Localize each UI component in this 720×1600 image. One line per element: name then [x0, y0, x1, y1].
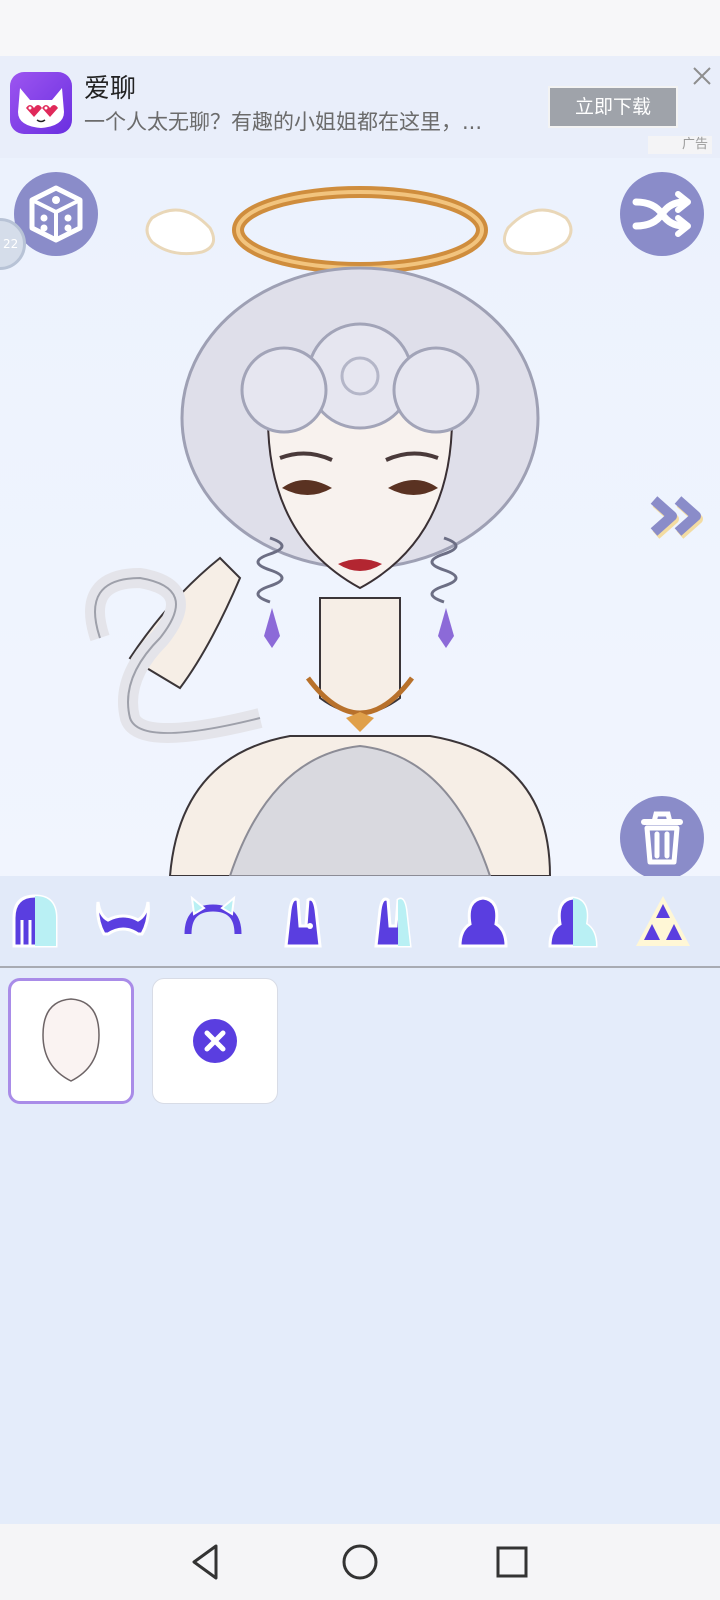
- edge-badge-text: 22: [3, 237, 19, 251]
- category-face-shape[interactable]: [542, 890, 604, 952]
- headband-icon: [184, 895, 242, 935]
- face-thumbnail: [42, 998, 100, 1082]
- home-button[interactable]: [338, 1540, 382, 1584]
- recents-button[interactable]: [490, 1540, 534, 1584]
- hair-back-icon: [12, 894, 58, 948]
- category-head-shape[interactable]: [452, 890, 514, 952]
- ad-download-button[interactable]: 立即下载: [548, 86, 678, 128]
- delete-button[interactable]: [620, 796, 704, 876]
- bunny-ears-alt-icon: [374, 897, 412, 948]
- ad-tag-label: 广告: [681, 137, 708, 152]
- face-shape-icon: [548, 896, 598, 948]
- ad-app-logo[interactable]: [10, 72, 72, 134]
- category-bar: [0, 876, 720, 968]
- next-icon: [650, 496, 703, 539]
- shuffle-button[interactable]: [620, 172, 704, 256]
- trash-icon: [641, 811, 683, 865]
- category-headband-ears[interactable]: [182, 890, 244, 952]
- category-bunny-ears-alt[interactable]: [362, 890, 424, 952]
- ad-description[interactable]: 一个人太无聊？有趣的小姐姐都在这里，...: [84, 106, 534, 136]
- next-arrow-button[interactable]: [650, 492, 710, 540]
- dice-icon: [29, 185, 83, 243]
- home-icon: [342, 1544, 378, 1580]
- remove-option[interactable]: [152, 978, 278, 1104]
- random-dice-button[interactable]: [14, 172, 98, 256]
- category-horns[interactable]: [92, 890, 154, 952]
- category-hair-back[interactable]: [4, 890, 66, 952]
- recents-icon: [496, 1546, 528, 1578]
- remove-icon: [193, 1019, 237, 1063]
- ad-app-name[interactable]: 爱聊: [84, 68, 136, 105]
- close-icon[interactable]: [690, 64, 714, 88]
- category-bunny-ears[interactable]: [272, 890, 334, 952]
- status-bar: [0, 0, 720, 56]
- avatar-illustration: [85, 186, 573, 876]
- avatar-canvas: 22: [0, 158, 720, 876]
- back-icon: [192, 1544, 218, 1580]
- triangle-pattern-icon: [636, 896, 690, 946]
- category-triangle-pattern[interactable]: [632, 890, 694, 952]
- head-shape-icon: [458, 896, 508, 948]
- system-nav-bar: [0, 1524, 720, 1600]
- ad-tag: 广告: [648, 136, 712, 154]
- horns-icon: [96, 901, 150, 936]
- shuffle-icon: [632, 191, 691, 237]
- face-option-default[interactable]: [8, 978, 134, 1104]
- bunny-ears-icon: [284, 897, 322, 948]
- ad-banner[interactable]: 爱聊 一个人太无聊？有趣的小姐姐都在这里，... 立即下载 广告: [0, 56, 720, 158]
- back-button[interactable]: [186, 1540, 230, 1584]
